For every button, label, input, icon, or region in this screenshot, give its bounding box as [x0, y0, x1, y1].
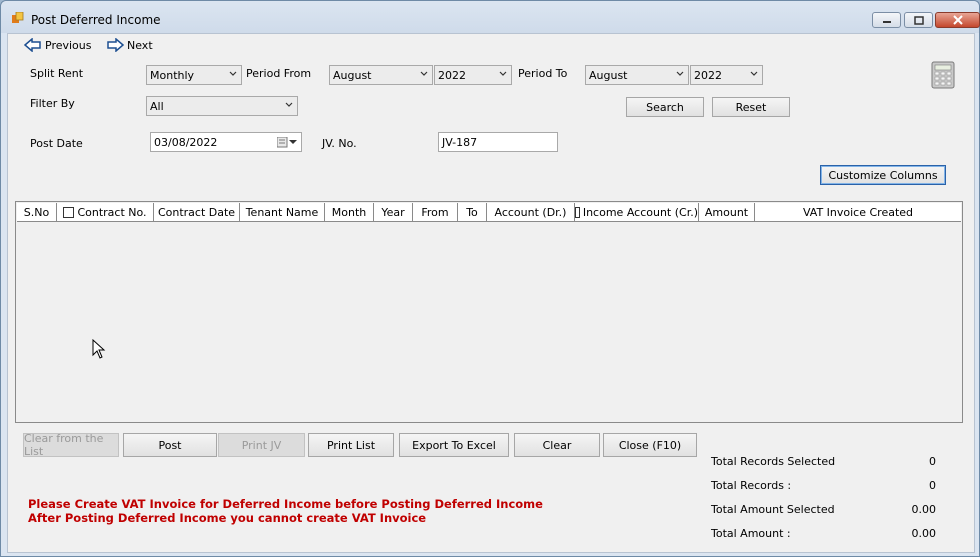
- split-rent-select[interactable]: Monthly: [146, 65, 242, 85]
- col-contract-no-label: Contract No.: [77, 205, 147, 219]
- post-button[interactable]: Post: [123, 433, 217, 457]
- select-all-checkbox[interactable]: [63, 206, 75, 218]
- chevron-down-icon: [229, 71, 237, 76]
- grid-header: S.No Contract No. Contract Date Tenant N…: [17, 203, 961, 222]
- period-to-month-value: August: [589, 69, 628, 82]
- clear-from-list-button[interactable]: Clear from the List: [23, 432, 119, 458]
- reset-button[interactable]: Reset: [712, 97, 790, 117]
- col-from[interactable]: From: [413, 203, 458, 221]
- app-icon: [12, 12, 24, 23]
- chevron-down-icon: [676, 71, 684, 76]
- deferred-income-grid[interactable]: S.No Contract No. Contract Date Tenant N…: [15, 201, 963, 423]
- col-year[interactable]: Year: [374, 203, 413, 221]
- restore-icon: [913, 15, 924, 25]
- col-vat-invoice-created[interactable]: VAT Invoice Created: [755, 203, 961, 221]
- chevron-down-icon: [499, 71, 507, 76]
- col-tenant-name[interactable]: Tenant Name: [240, 203, 325, 221]
- col-account-dr[interactable]: Account (Dr.): [487, 203, 575, 221]
- period-to-year-value: 2022: [694, 69, 722, 82]
- total-records-selected-label: Total Records Selected: [711, 455, 836, 468]
- arrow-left-icon: [24, 38, 41, 52]
- calculator-icon[interactable]: [931, 61, 955, 89]
- main-panel: Previous Next Split Rent Monthly Period …: [7, 33, 975, 553]
- search-button[interactable]: Search: [626, 97, 704, 117]
- print-jv-button[interactable]: Print JV: [218, 433, 305, 457]
- total-records-label: Total Records :: [711, 479, 792, 492]
- period-from-label: Period From: [246, 67, 312, 80]
- split-rent-label: Split Rent: [30, 67, 84, 80]
- total-amount-label: Total Amount :: [711, 527, 791, 540]
- minimize-icon: [882, 21, 891, 23]
- previous-button[interactable]: Previous: [24, 38, 92, 52]
- customize-columns-button[interactable]: Customize Columns: [820, 165, 946, 185]
- period-to-label: Period To: [518, 67, 568, 80]
- post-date-picker[interactable]: 03/08/2022: [150, 132, 302, 152]
- arrow-right-icon: [107, 38, 124, 52]
- period-from-month-value: August: [333, 69, 372, 82]
- close-button[interactable]: Close (F10): [603, 433, 697, 457]
- filter-by-select[interactable]: All: [146, 96, 298, 116]
- print-list-button[interactable]: Print List: [308, 433, 394, 457]
- total-amount-selected-value: 0.00: [911, 503, 937, 516]
- jv-no-field[interactable]: JV-187: [438, 132, 558, 152]
- mouse-cursor-icon: [92, 339, 106, 359]
- total-records-selected-value: 0: [929, 455, 936, 468]
- calendar-dropdown-icon[interactable]: [277, 137, 297, 148]
- close-icon: [952, 15, 963, 25]
- warning-line-1: Please Create VAT Invoice for Deferred I…: [28, 497, 543, 511]
- period-to-year-select[interactable]: 2022: [690, 65, 763, 85]
- clear-button[interactable]: Clear: [514, 433, 600, 457]
- previous-label: Previous: [45, 38, 92, 52]
- post-date-value: 03/08/2022: [154, 136, 218, 149]
- income-account-checkbox[interactable]: [575, 206, 580, 218]
- jv-no-value: JV-187: [442, 136, 478, 149]
- total-amount-value: 0.00: [911, 527, 937, 540]
- col-contract-no[interactable]: Contract No.: [57, 203, 154, 221]
- window-title: Post Deferred Income: [31, 13, 161, 27]
- close-window-button[interactable]: [935, 12, 980, 28]
- warning-line-2: After Posting Deferred Income you cannot…: [28, 511, 427, 525]
- col-to[interactable]: To: [458, 203, 487, 221]
- export-to-excel-button[interactable]: Export To Excel: [399, 433, 509, 457]
- filter-by-label: Filter By: [30, 97, 75, 110]
- col-amount[interactable]: Amount: [699, 203, 755, 221]
- next-button[interactable]: Next: [106, 38, 153, 52]
- split-rent-value: Monthly: [150, 69, 195, 82]
- total-amount-selected-label: Total Amount Selected: [711, 503, 835, 516]
- filter-by-value: All: [150, 100, 164, 113]
- chevron-down-icon: [285, 102, 293, 107]
- post-deferred-income-window: Post Deferred Income Previous Next Split…: [0, 0, 980, 557]
- period-from-year-value: 2022: [438, 69, 466, 82]
- col-sno[interactable]: S.No: [17, 203, 57, 221]
- post-date-label: Post Date: [30, 137, 83, 150]
- minimize-button[interactable]: [872, 12, 901, 28]
- restore-button[interactable]: [904, 12, 933, 28]
- total-records-value: 0: [929, 479, 936, 492]
- col-month[interactable]: Month: [325, 203, 374, 221]
- period-to-month-select[interactable]: August: [585, 65, 689, 85]
- grid-body[interactable]: [17, 223, 961, 421]
- period-from-month-select[interactable]: August: [329, 65, 433, 85]
- jv-no-label: JV. No.: [322, 137, 357, 150]
- col-income-account-cr[interactable]: Income Account (Cr.): [575, 203, 699, 221]
- title-bar[interactable]: Post Deferred Income: [1, 1, 980, 33]
- next-label: Next: [127, 38, 153, 52]
- chevron-down-icon: [750, 71, 758, 76]
- period-from-year-select[interactable]: 2022: [434, 65, 512, 85]
- chevron-down-icon: [420, 71, 428, 76]
- col-income-account-label: Income Account (Cr.): [582, 205, 698, 219]
- col-contract-date[interactable]: Contract Date: [154, 203, 240, 221]
